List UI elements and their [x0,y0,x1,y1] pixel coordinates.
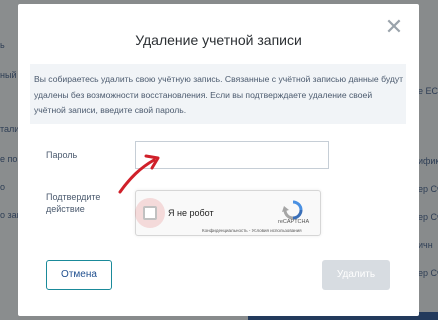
recaptcha-links[interactable]: Конфиденциальность - Условия использован… [202,228,302,233]
recaptcha-logo-icon [282,200,303,220]
warning-notice-text: Вы собираетесь удалить свою учётную запи… [34,74,404,115]
bg-left-text: ный [0,70,17,80]
bg-right-text: ер Сч [418,268,438,278]
dialog-title: Удаление учетной записи [135,32,302,48]
bg-left-text: тали [0,124,20,134]
bg-right-text: ифик [418,156,438,166]
bg-right-text: ер Сч [418,212,438,222]
bg-right-text: ичн [418,240,433,250]
delete-account-dialog: ✕ Удаление учетной записи Вы собираетесь… [18,4,419,316]
bg-left-text: ь [0,40,5,50]
bg-right-text: е ЕСИ [418,86,438,96]
delete-button[interactable]: Удалить [322,260,390,290]
bg-right-text: ер Сч [418,184,438,194]
bg-left-text: о [0,182,6,192]
confirm-action-label: Подтвердите действие [46,192,101,214]
cancel-button[interactable]: Отмена [46,260,112,290]
recaptcha-label: Я не робот [168,208,214,218]
password-label: Пароль [46,150,78,160]
recaptcha-brand: reCAPTCHA [278,219,310,225]
red-arrow-annotation [118,154,160,194]
recaptcha-checkbox[interactable] [143,206,157,220]
